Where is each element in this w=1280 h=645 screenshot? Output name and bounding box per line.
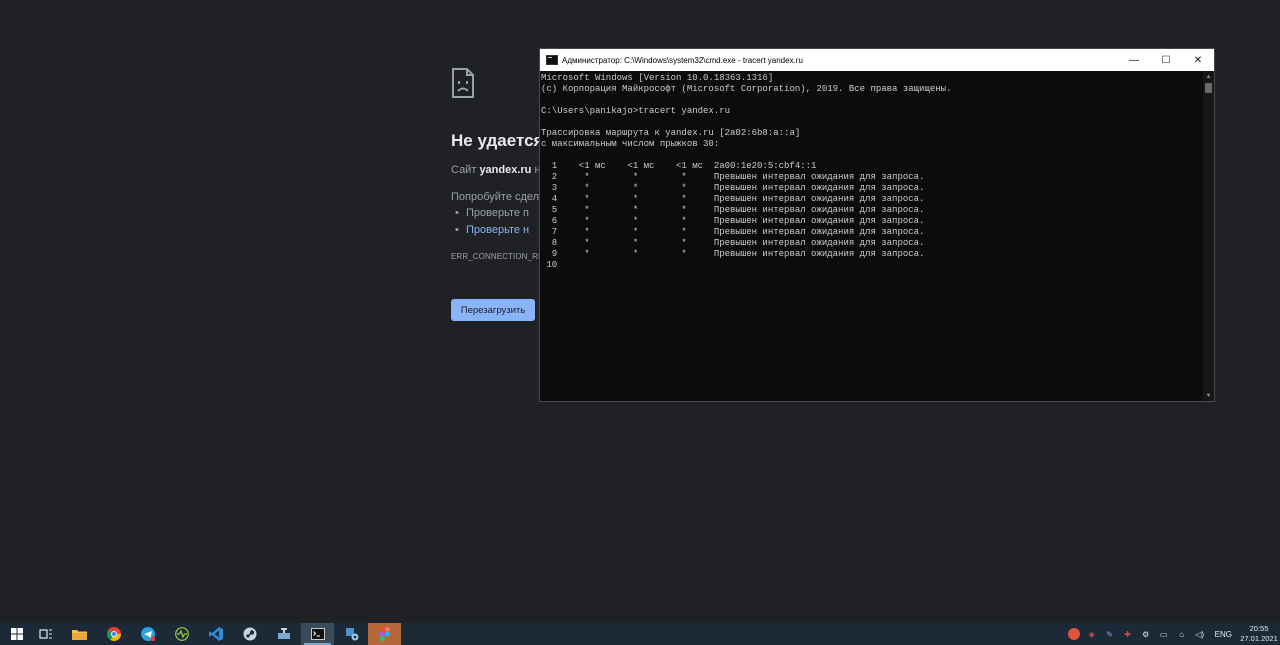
- console-line: 3 * * * Превышен интервал ожидания для з…: [541, 183, 925, 193]
- monitor-tray-icon[interactable]: ▭: [1158, 628, 1170, 640]
- network-tool-icon: [277, 628, 290, 639]
- activity-monitor-icon: [174, 627, 189, 641]
- console-line: 10: [541, 260, 558, 270]
- vertical-scrollbar[interactable]: ▲ ▼: [1203, 71, 1214, 401]
- console-line: 6 * * * Превышен интервал ожидания для з…: [541, 216, 925, 226]
- suggestion-item-check-connection: Проверьте п: [455, 207, 529, 219]
- pen-tray-icon[interactable]: ✎: [1104, 628, 1116, 640]
- console-line: 1 <1 мс <1 мс <1 мс 2a00:1e20:5:cbf4::1: [541, 161, 817, 171]
- close-button[interactable]: ✕: [1182, 49, 1214, 71]
- language-indicator[interactable]: ENG: [1215, 630, 1232, 639]
- taskbar-clock[interactable]: 20:55 27.01.2021: [1240, 624, 1278, 644]
- sad-page-icon: [452, 68, 474, 98]
- chrome-icon: [106, 627, 121, 641]
- scroll-thumb[interactable]: [1205, 83, 1212, 93]
- taskbar-telegram[interactable]: [131, 623, 164, 645]
- telegram-icon: [140, 627, 155, 641]
- console-line: [541, 117, 1204, 128]
- console-line: Microsoft Windows [Version 10.0.18363.13…: [541, 73, 774, 83]
- site-name: yandex.ru: [479, 164, 532, 176]
- taskbar-app-settings[interactable]: [335, 623, 368, 645]
- task-view-button[interactable]: [29, 623, 62, 645]
- taskbar-figma[interactable]: [368, 623, 401, 645]
- app-tray-icon[interactable]: ◈: [1086, 628, 1098, 640]
- maximize-button[interactable]: ☐: [1150, 49, 1182, 71]
- taskbar: ◈ ✎ ✚ ⚙ ▭ ⌂ ◁) ENG 20:55 27.01.2021: [0, 623, 1280, 645]
- taskbar-network-tool[interactable]: [267, 623, 300, 645]
- scroll-up-arrow-icon[interactable]: ▲: [1203, 71, 1214, 82]
- app-settings-icon: [345, 628, 358, 641]
- try-suggestion: Попробуйте сдела: [451, 191, 546, 203]
- taskbar-file-explorer[interactable]: [63, 623, 96, 645]
- console-line: 2 * * * Превышен интервал ожидания для з…: [541, 172, 925, 182]
- vscode-icon: [208, 627, 223, 641]
- cmd-icon: [310, 628, 325, 640]
- clock-date: 27.01.2021: [1240, 634, 1278, 643]
- taskbar-activity-monitor[interactable]: [165, 623, 198, 645]
- console-line: 4 * * * Превышен интервал ожидания для з…: [541, 194, 925, 204]
- taskbar-vscode[interactable]: [199, 623, 232, 645]
- minimize-button[interactable]: —: [1118, 49, 1150, 71]
- console-line: 7 * * * Превышен интервал ожидания для з…: [541, 227, 925, 237]
- system-tray: ◈ ✎ ✚ ⚙ ▭ ⌂ ◁) ENG 20:55 27.01.2021: [1065, 623, 1280, 645]
- window-title: Администратор: C:\Windows\system32\cmd.e…: [562, 55, 803, 65]
- scroll-down-arrow-icon[interactable]: ▼: [1203, 390, 1214, 401]
- taskbar-cmd[interactable]: [301, 623, 334, 645]
- console-line: Трассировка маршрута к yandex.ru [2a02:6…: [541, 128, 801, 138]
- error-description: Сайт yandex.ru не: [451, 164, 547, 176]
- error-title: Не удается: [451, 131, 544, 150]
- taskbar-steam[interactable]: [233, 623, 266, 645]
- network-icon[interactable]: ⌂: [1176, 628, 1188, 640]
- clock-time: 20:55: [1249, 624, 1269, 633]
- window-controls: — ☐ ✕: [1118, 49, 1214, 71]
- console-line: 5 * * * Превышен интервал ожидания для з…: [541, 205, 925, 215]
- console-line: [541, 150, 1204, 161]
- reload-button[interactable]: Перезагрузить: [451, 299, 535, 321]
- steam-tray-icon[interactable]: ⚙: [1140, 628, 1152, 640]
- gamepad-tray-icon[interactable]: ✚: [1122, 628, 1134, 640]
- suggestion-link-check-proxy[interactable]: Проверьте н: [455, 224, 529, 236]
- console-line: C:\Users\panikajo>tracert yandex.ru: [541, 106, 731, 116]
- chrome-tray-icon[interactable]: [1067, 628, 1080, 640]
- console-output[interactable]: Microsoft Windows [Version 10.0.18363.13…: [540, 71, 1204, 401]
- cmd-window[interactable]: Администратор: C:\Windows\system32\cmd.e…: [539, 48, 1215, 402]
- console-line: 8 * * * Превышен интервал ожидания для з…: [541, 238, 925, 248]
- console-line: 9 * * * Превышен интервал ожидания для з…: [541, 249, 925, 259]
- volume-icon[interactable]: ◁): [1194, 628, 1206, 640]
- site-prefix: Сайт: [451, 164, 480, 176]
- task-view-icon: [38, 629, 52, 639]
- file-explorer-icon: [72, 630, 87, 640]
- console-line: (c) Корпорация Майкрософт (Microsoft Cor…: [541, 84, 952, 94]
- figma-icon: [379, 627, 390, 641]
- cmd-titlebar[interactable]: Администратор: C:\Windows\system32\cmd.e…: [540, 49, 1214, 71]
- console-icon: [546, 55, 558, 65]
- console-line: с максимальным числом прыжков 30:: [541, 139, 720, 149]
- steam-icon: [243, 627, 256, 641]
- taskbar-chrome[interactable]: [97, 623, 130, 645]
- windows-start-icon: [10, 628, 23, 640]
- console-line: [541, 95, 1204, 106]
